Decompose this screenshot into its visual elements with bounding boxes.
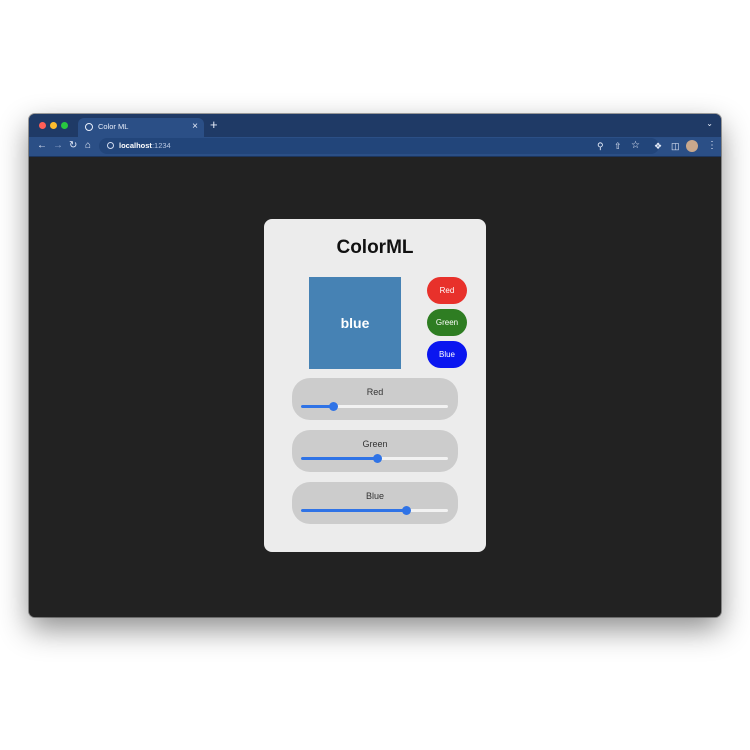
forward-arrow-icon[interactable]: → [53,139,63,153]
side-panel-icon[interactable]: ◫ [671,139,680,153]
red-button[interactable]: Red [427,277,467,304]
kebab-menu-icon[interactable]: ⋮ [707,139,717,153]
share-icon[interactable]: ⇧ [614,139,622,153]
blue-slider-thumb[interactable] [402,506,412,515]
new-tab-button[interactable]: + [210,118,218,132]
browser-tab[interactable]: Color ML × [78,118,204,137]
back-arrow-icon[interactable]: ← [37,139,47,153]
window-close-button[interactable] [39,122,46,129]
red-slider-panel: Red [292,378,458,420]
app-title: ColorML [336,237,414,258]
green-slider-fill [301,457,378,460]
info-icon[interactable] [107,142,114,149]
blue-slider-track[interactable] [301,506,448,515]
red-slider-label: Red [366,387,384,397]
globe-icon [85,123,93,131]
predicted-color-label: blue [340,315,370,331]
puzzle-icon[interactable]: ❖ [654,139,662,153]
tab-strip: Color ML × + ⌄ [29,114,721,137]
url-host: localhost [119,141,152,150]
green-slider-thumb[interactable] [372,454,382,463]
window-minimize-button[interactable] [50,122,57,129]
star-icon[interactable]: ☆ [631,139,640,153]
address-bar[interactable]: localhost:1234 ⚲ ⇧ ☆ [99,138,659,154]
browser-window: Color ML × + ⌄ ← → ↻ ⌂ localhost:1234 ⚲ … [29,114,721,617]
chevron-down-icon[interactable]: ⌄ [706,119,713,128]
url-port: :1234 [151,141,171,150]
browser-toolbar: ← → ↻ ⌂ localhost:1234 ⚲ ⇧ ☆ ❖ ◫ ⋮ [29,137,721,157]
red-slider-track[interactable] [301,402,448,411]
green-slider-label: Green [362,439,388,449]
home-icon[interactable]: ⌂ [85,139,91,153]
zoom-icon[interactable]: ⚲ [597,139,604,153]
tab-close-button[interactable]: × [192,120,198,134]
avatar-icon[interactable] [686,140,698,152]
tab-title: Color ML [98,122,129,131]
green-button[interactable]: Green [427,309,467,336]
blue-button[interactable]: Blue [427,341,467,368]
reload-icon[interactable]: ↻ [69,139,77,153]
blue-slider-fill [301,509,407,512]
blue-slider-label: Blue [365,491,384,501]
green-slider-track[interactable] [301,454,448,463]
app-card: ColorML blue Red Green Blue Red Green Bl… [264,219,486,552]
url-text: localhost:1234 [119,141,171,150]
red-slider-thumb[interactable] [328,402,338,411]
green-slider-panel: Green [292,430,458,472]
blue-slider-panel: Blue [292,482,458,524]
window-maximize-button[interactable] [61,122,68,129]
page-viewport: ColorML blue Red Green Blue Red Green Bl… [29,157,721,617]
color-swatch: blue [309,277,401,369]
